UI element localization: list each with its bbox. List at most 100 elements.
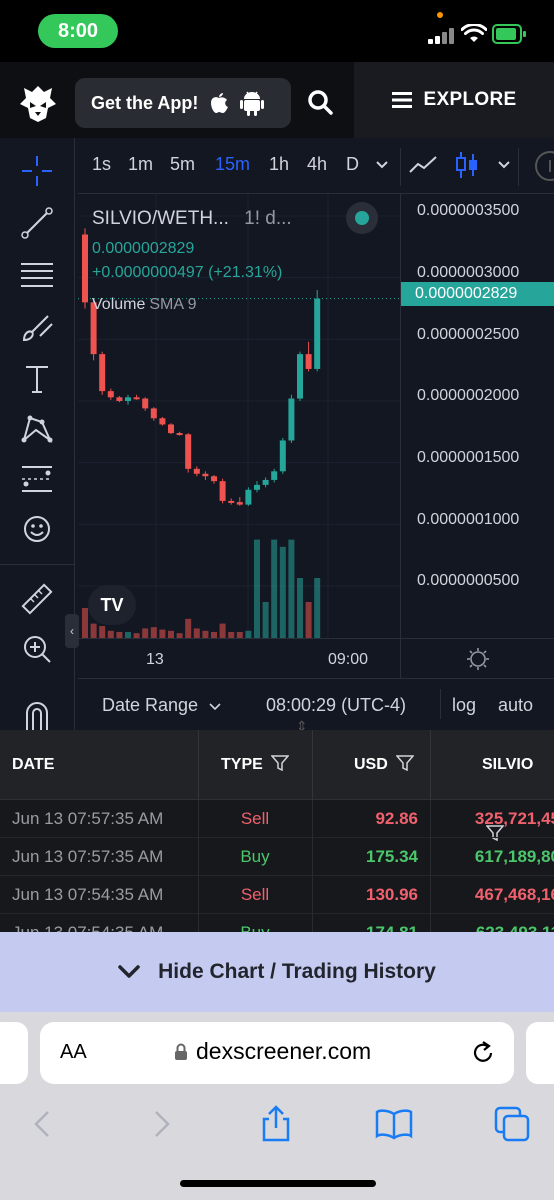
trading-history-table: DATE TYPE USD SILVIO Jun 13 07:57:35 AM … xyxy=(0,730,554,932)
price-axis[interactable]: 0.0000003500 0.0000003000 0.0000002500 0… xyxy=(400,194,554,648)
filter-icon[interactable] xyxy=(395,755,415,772)
tabs-icon[interactable] xyxy=(492,1104,532,1144)
address-bar[interactable]: AA dexscreener.com xyxy=(40,1022,514,1084)
text-tool[interactable] xyxy=(18,360,56,398)
trade-date: Jun 13 07:57:35 AM xyxy=(12,809,164,828)
chevron-down-icon[interactable] xyxy=(497,160,511,170)
tradingview-logo[interactable]: TV xyxy=(88,585,136,625)
dexscreener-logo-icon[interactable] xyxy=(18,82,58,124)
bookmarks-icon[interactable] xyxy=(374,1104,414,1144)
column-header-type[interactable]: TYPE xyxy=(221,730,290,800)
volume-bar xyxy=(142,628,149,638)
url-display[interactable]: dexscreener.com xyxy=(174,1038,371,1065)
volume-bar xyxy=(159,629,166,638)
chart-widget: ‹ 1s 1m 5m 15m 1h 4h D SILVIO/WETH... 1!… xyxy=(0,138,554,734)
candle-body xyxy=(262,479,269,485)
hide-chart-label: Hide Chart / Trading History xyxy=(158,960,436,983)
candlestick-chart[interactable] xyxy=(78,194,400,638)
chevron-down-icon[interactable] xyxy=(375,160,389,170)
column-header-usd[interactable]: USD xyxy=(354,730,415,800)
next-tab-preview[interactable] xyxy=(526,1022,554,1084)
volume-bar xyxy=(107,630,114,638)
search-icon[interactable] xyxy=(306,88,336,118)
candles-chart-type-icon[interactable] xyxy=(454,150,480,180)
candle-body xyxy=(271,471,278,480)
trade-usd: 175.34 xyxy=(366,847,418,866)
time-tick: 09:00 xyxy=(328,651,369,668)
timeframe-1m[interactable]: 1m xyxy=(128,154,153,175)
previous-tab-preview[interactable] xyxy=(0,1022,28,1084)
log-scale-toggle[interactable]: log xyxy=(452,695,476,716)
privacy-indicator xyxy=(437,12,443,18)
volume-bar xyxy=(262,602,269,638)
filter-icon[interactable] xyxy=(270,755,290,772)
date-range-label: Date Range xyxy=(102,695,199,715)
candle-body xyxy=(254,484,260,490)
reload-icon[interactable] xyxy=(470,1040,496,1066)
pattern-icon xyxy=(21,415,53,443)
reader-settings-button[interactable]: AA xyxy=(60,1041,87,1064)
timeframe-4h[interactable]: 4h xyxy=(307,154,327,175)
market-status-indicator[interactable] xyxy=(346,202,378,234)
column-header-date[interactable]: DATE xyxy=(12,730,54,800)
line-chart-type-icon[interactable] xyxy=(408,154,438,176)
timeframe-d[interactable]: D xyxy=(346,154,359,175)
table-row[interactable]: Jun 13 07:54:35 AM Buy 174.81 623,493,11 xyxy=(0,914,554,932)
explore-button[interactable]: EXPLORE xyxy=(354,62,554,138)
forecast-tool[interactable] xyxy=(18,460,56,498)
hide-chart-button[interactable]: Hide Chart / Trading History xyxy=(0,932,554,1012)
time-axis[interactable]: 13 09:00 xyxy=(78,638,554,679)
measure-tool[interactable] xyxy=(18,580,56,618)
candle-body xyxy=(185,434,192,469)
crosshair-icon xyxy=(22,156,52,186)
crosshair-tool[interactable] xyxy=(18,152,56,190)
share-icon[interactable] xyxy=(256,1104,296,1144)
browser-nav xyxy=(0,1104,554,1144)
candle-body xyxy=(219,481,226,501)
get-app-button[interactable]: Get the App! xyxy=(75,78,291,128)
timeframe-15m[interactable]: 15m xyxy=(215,154,250,175)
trade-date: Jun 13 07:54:35 AM xyxy=(12,885,164,904)
brush-tool[interactable] xyxy=(18,308,56,346)
auto-scale-toggle[interactable]: auto xyxy=(498,695,533,716)
timeframe-1h[interactable]: 1h xyxy=(269,154,289,175)
volume-bar xyxy=(150,627,157,638)
menu-icon xyxy=(391,92,412,108)
volume-bar xyxy=(305,602,312,638)
forward-icon[interactable] xyxy=(142,1104,182,1144)
forecast-icon xyxy=(22,466,52,492)
chart-settings-icon[interactable] xyxy=(466,647,490,671)
chevron-down-icon xyxy=(209,703,221,711)
pair-name: SILVIO/WETH... xyxy=(92,208,229,229)
chart-clock[interactable]: 08:00:29 (UTC-4) xyxy=(266,695,406,716)
timeframe-5m[interactable]: 5m xyxy=(170,154,195,175)
column-divider xyxy=(430,730,431,800)
brush-icon xyxy=(22,315,53,342)
timeframe-1s[interactable]: 1s xyxy=(92,154,111,175)
silvio-header-label: SILVIO xyxy=(482,756,534,773)
back-icon[interactable] xyxy=(24,1104,64,1144)
drawing-toolbar xyxy=(0,138,75,730)
column-header-silvio[interactable]: SILVIO xyxy=(482,730,554,842)
icon-tool[interactable] xyxy=(18,510,56,548)
pattern-tool[interactable] xyxy=(18,410,56,448)
zoom-in-tool[interactable] xyxy=(18,630,56,668)
trend-line-tool[interactable] xyxy=(18,204,56,242)
trade-usd: 92.86 xyxy=(375,809,418,828)
candle-body xyxy=(305,354,312,369)
legend-change: +0.0000000497 (+21.31%) xyxy=(92,264,283,281)
browser-toolbar: AA dexscreener.com xyxy=(0,1012,554,1200)
table-row[interactable]: Jun 13 07:54:35 AM Sell 130.96 467,468,1… xyxy=(0,876,554,914)
candle-body xyxy=(99,354,106,392)
magnet-tool[interactable] xyxy=(18,698,56,730)
date-range-dropdown[interactable]: Date Range xyxy=(102,695,221,716)
toolbar-collapse-button[interactable]: ‹ xyxy=(65,614,79,648)
volume-bar xyxy=(254,539,260,638)
trade-type: Sell xyxy=(240,809,270,828)
table-row[interactable]: Jun 13 07:57:35 AM Sell 92.86 325,721,45 xyxy=(0,800,554,838)
candle-body xyxy=(314,298,321,369)
trade-tokens: 623,493,11 xyxy=(430,914,554,932)
fib-retracement-tool[interactable] xyxy=(18,256,56,294)
add-indicator-icon[interactable] xyxy=(530,150,554,182)
table-row[interactable]: Jun 13 07:57:35 AM Buy 175.34 617,189,80 xyxy=(0,838,554,876)
